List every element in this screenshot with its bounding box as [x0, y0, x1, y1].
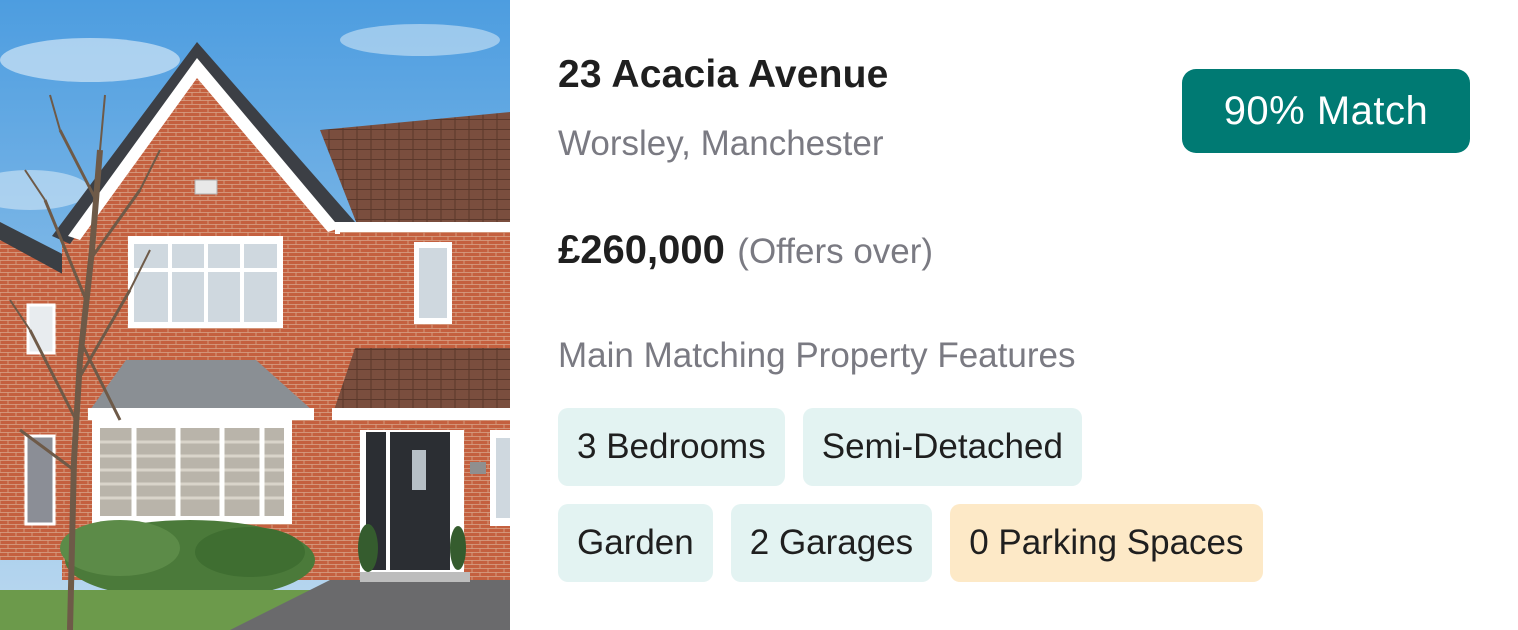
property-details: 23 Acacia Avenue Worsley, Manchester 90%… — [510, 0, 1518, 630]
feature-tag-garages: 2 Garages — [730, 504, 933, 582]
property-photo[interactable] — [0, 0, 510, 630]
match-score-badge: 90% Match — [1182, 69, 1470, 153]
property-card[interactable]: 23 Acacia Avenue Worsley, Manchester 90%… — [0, 0, 1518, 630]
feature-tag-bedrooms: 3 Bedrooms — [558, 408, 785, 486]
property-price: £260,000 — [558, 228, 725, 272]
property-address[interactable]: 23 Acacia Avenue — [558, 53, 889, 97]
price-qualifier: (Offers over) — [737, 232, 934, 271]
price-line: £260,000 (Offers over) — [558, 228, 933, 273]
feature-tags-row: Garden 2 Garages 0 Parking Spaces — [558, 504, 1263, 582]
property-location: Worsley, Manchester — [558, 124, 884, 163]
features-heading: Main Matching Property Features — [558, 336, 1076, 375]
feature-tag-parking: 0 Parking Spaces — [950, 504, 1263, 582]
feature-tag-property-type: Semi-Detached — [802, 408, 1082, 486]
feature-tags-row: 3 Bedrooms Semi-Detached — [558, 408, 1082, 486]
feature-tag-garden: Garden — [558, 504, 713, 582]
